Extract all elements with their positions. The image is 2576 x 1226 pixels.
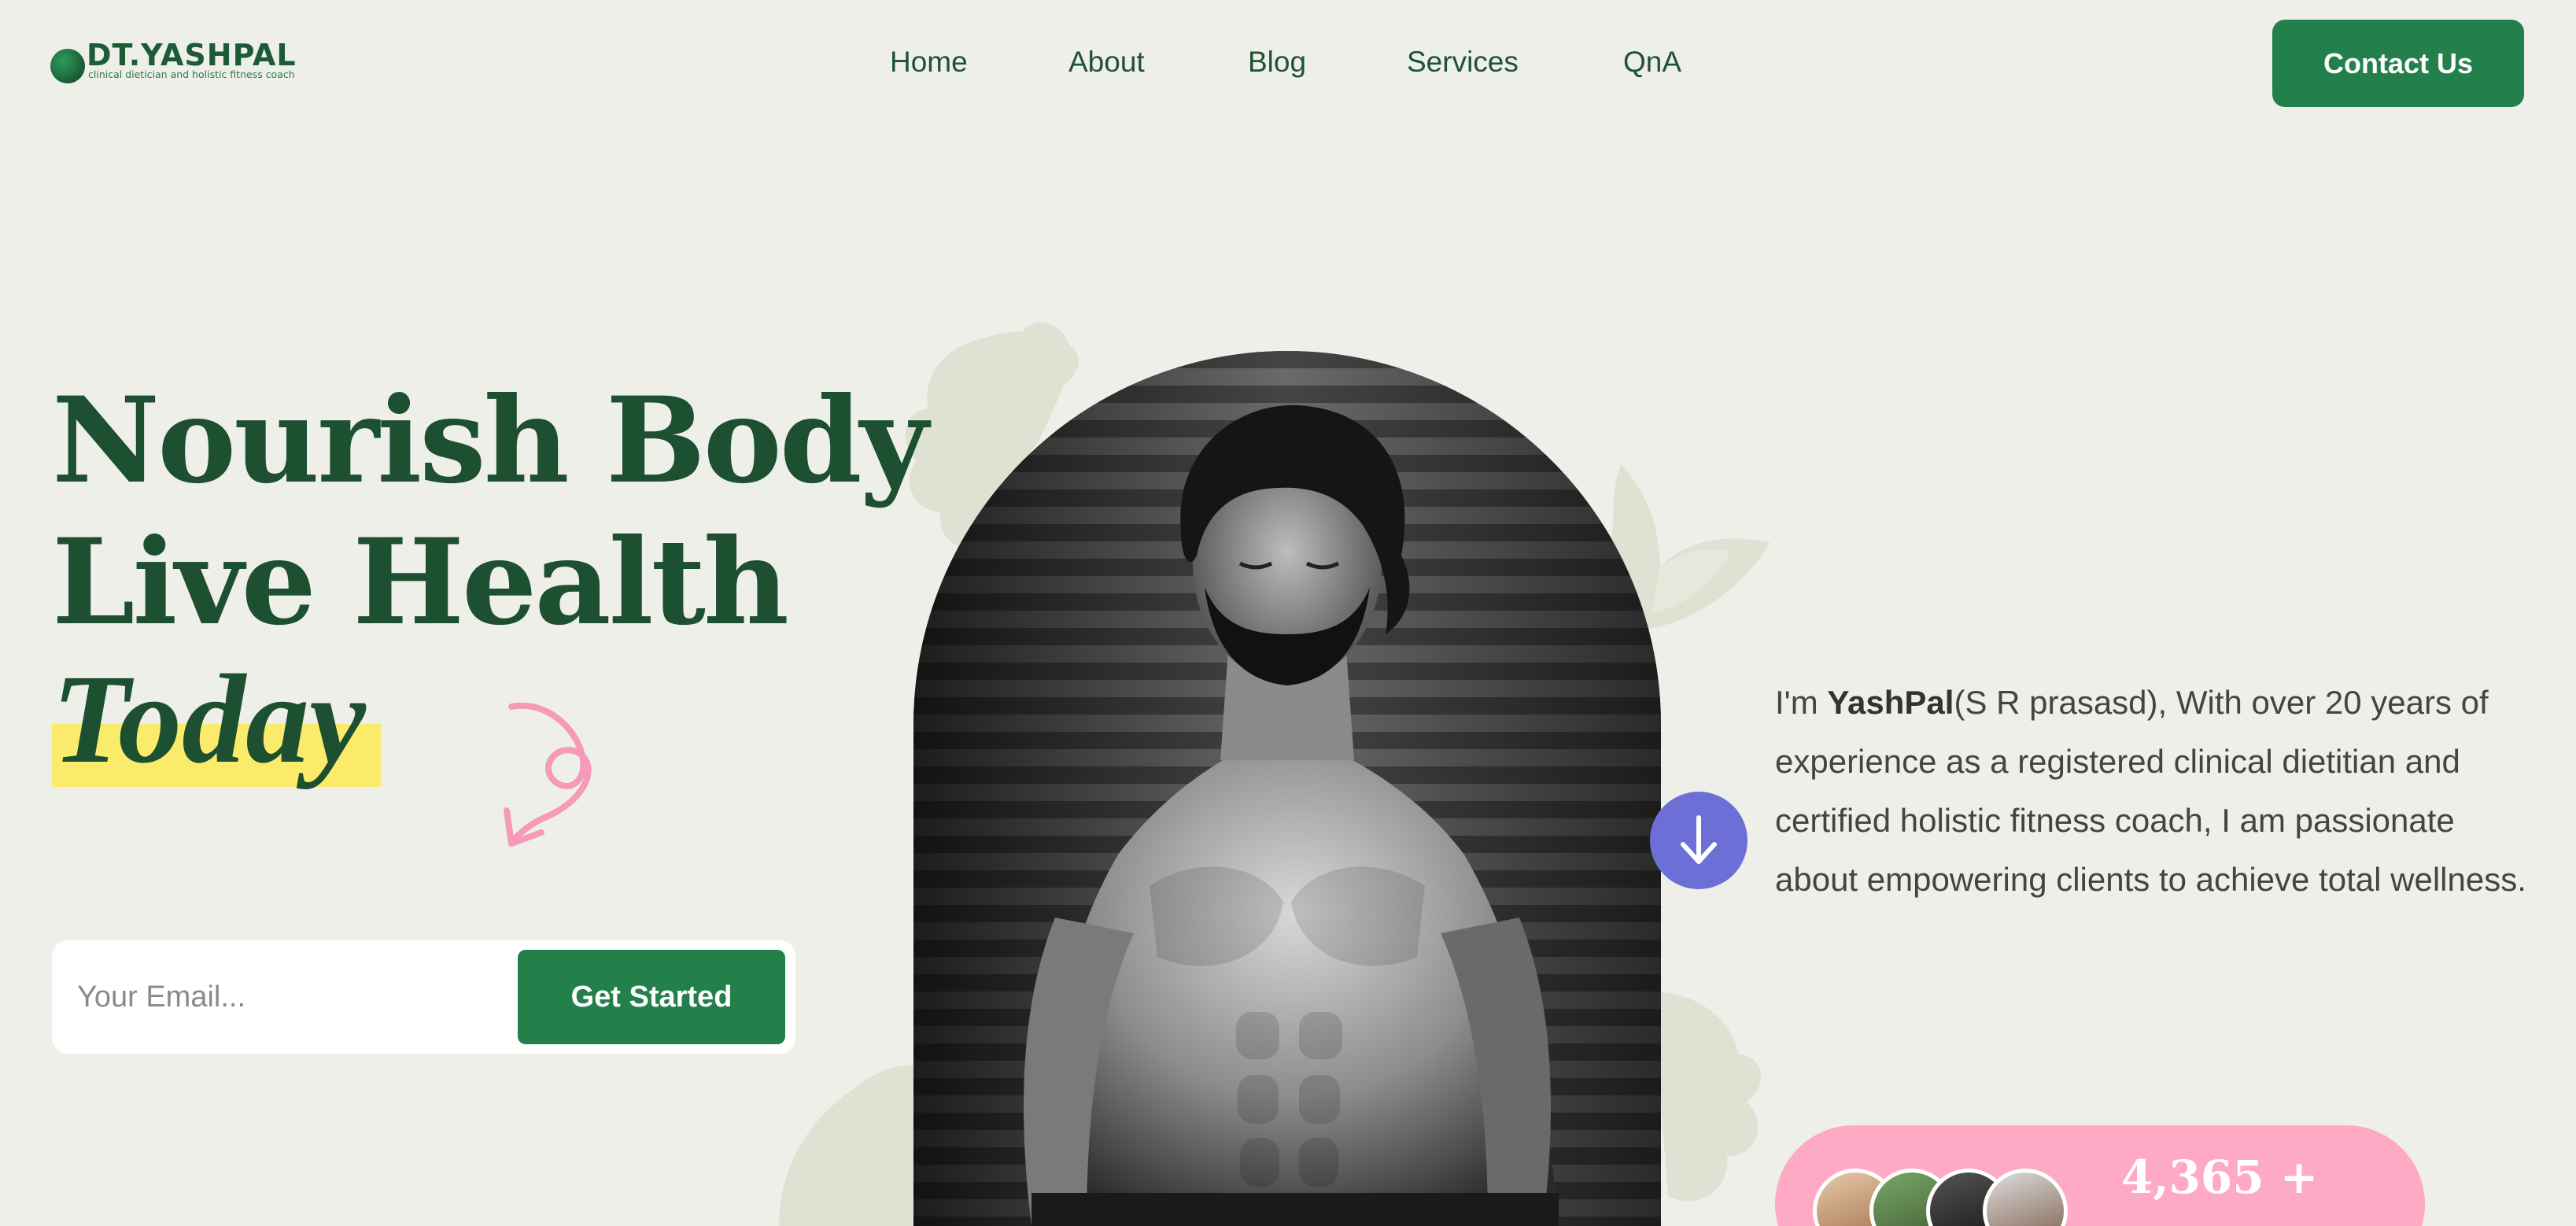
email-input[interactable] bbox=[76, 964, 516, 1030]
bio-paragraph: I'm YashPal(S R prasasd), With over 20 y… bbox=[1775, 673, 2546, 909]
nav-home[interactable]: Home bbox=[890, 46, 968, 79]
brand-name: DT.YASHPAL bbox=[87, 38, 297, 72]
client-avatar-4 bbox=[1983, 1169, 2068, 1226]
logo-sphere-icon bbox=[50, 49, 85, 83]
hero-heading-line-3: Today bbox=[52, 649, 366, 790]
portrait-illustration bbox=[913, 351, 1661, 1226]
bio-intro: I'm bbox=[1775, 684, 1828, 721]
brand-logo[interactable]: DT.YASHPAL clinical dietician and holist… bbox=[50, 38, 365, 85]
nav-blog[interactable]: Blog bbox=[1248, 46, 1306, 79]
scroll-down-button[interactable] bbox=[1650, 792, 1747, 889]
contact-us-button[interactable]: Contact Us bbox=[2272, 20, 2524, 107]
hero-portrait-photo bbox=[913, 351, 1661, 1226]
hero-heading-line-2: Live Health bbox=[52, 513, 789, 652]
nav-about[interactable]: About bbox=[1068, 46, 1145, 79]
nav-qna[interactable]: QnA bbox=[1623, 46, 1681, 79]
get-started-button[interactable]: Get Started bbox=[518, 950, 785, 1044]
landing-page: DT.YASHPAL clinical dietician and holist… bbox=[0, 0, 2576, 1226]
brand-tagline: clinical dietician and holistic fitness … bbox=[88, 68, 295, 80]
email-signup-form: Get Started bbox=[52, 940, 795, 1054]
clients-stats-badge: 4,365 + bbox=[1775, 1125, 2425, 1226]
swirl-arrow-icon bbox=[504, 702, 592, 847]
bio-name: YashPal bbox=[1827, 684, 1954, 721]
arrow-down-icon bbox=[1681, 815, 1717, 864]
nav-services[interactable]: Services bbox=[1407, 46, 1519, 79]
hero-heading-line-1: Nourish Body bbox=[52, 371, 928, 510]
clients-count: 4,365 + bbox=[2121, 1150, 2319, 1204]
